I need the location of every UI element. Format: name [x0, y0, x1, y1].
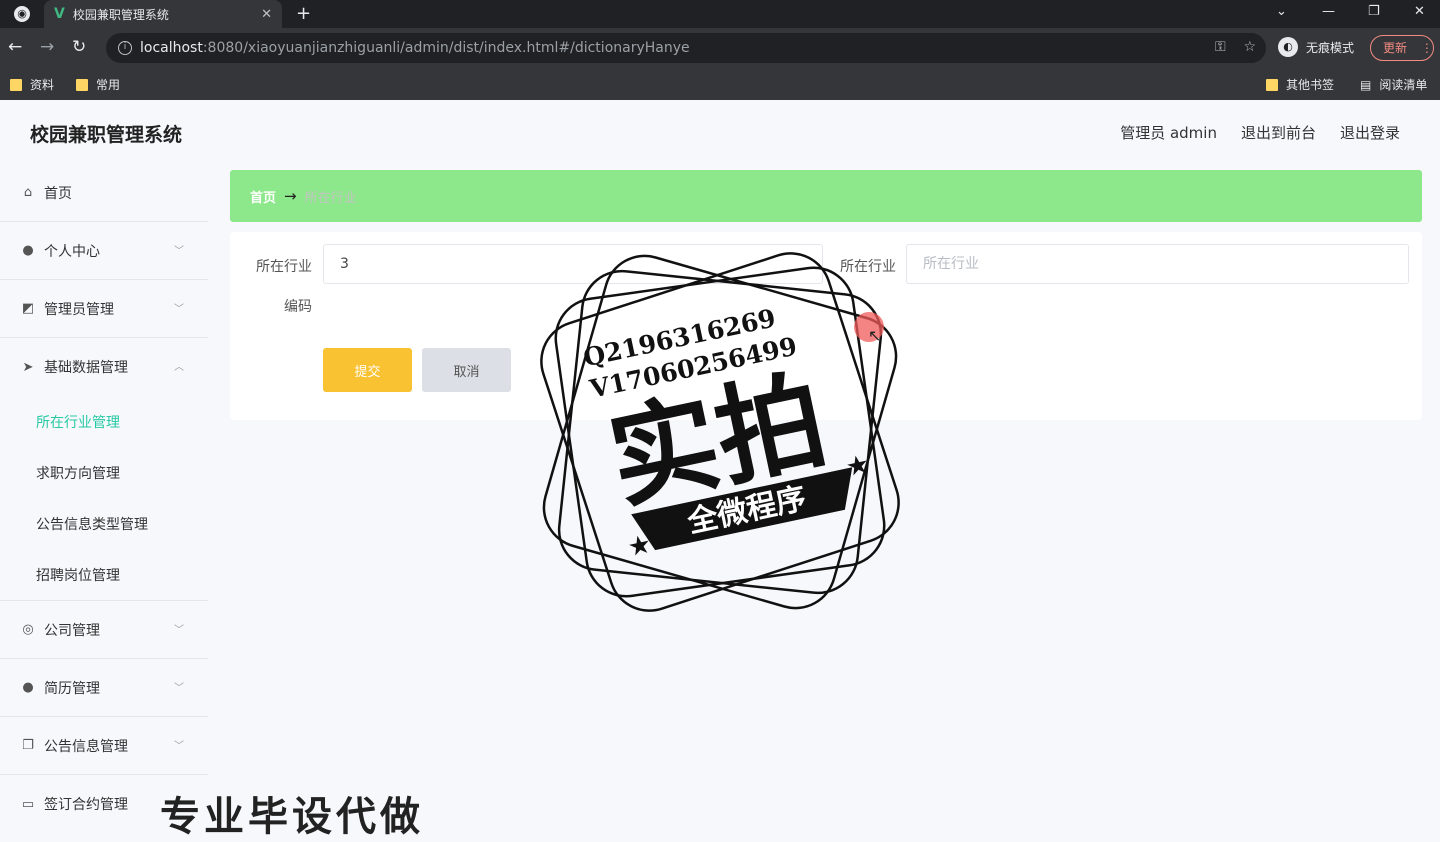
copy-icon: ❐	[22, 738, 34, 753]
submenu-item-industry[interactable]: 所在行业管理	[0, 396, 208, 447]
sidebar-item-personal-center[interactable]: ● 个人中心 ﹀	[0, 222, 208, 280]
bookmark-star-icon[interactable]: ☆	[1243, 39, 1256, 55]
admin-user-label: 管理员 admin	[1120, 124, 1217, 142]
home-icon: ⌂	[23, 185, 33, 200]
industry-code-label: 所在行业	[256, 259, 312, 275]
basic-data-submenu: 所在行业管理 求职方向管理 公告信息类型管理 招聘岗位管理	[0, 396, 208, 601]
bottom-watermark-banner: 专业毕设代做	[160, 794, 424, 840]
industry-code-input[interactable]	[323, 244, 823, 284]
new-tab-button[interactable]: +	[296, 3, 311, 24]
submenu-item-recruit-position[interactable]: 招聘岗位管理	[0, 549, 208, 600]
reading-list[interactable]: ▤ 阅读清单	[1360, 76, 1427, 93]
tab-title: 校园兼职管理系统	[72, 7, 169, 22]
omnibox-actions: ⚿ ☆	[1215, 39, 1256, 55]
chevron-up-icon: ︿	[174, 362, 184, 373]
tab-search-icon[interactable]: ⌄	[1276, 4, 1287, 19]
chevron-down-icon: ﹀	[174, 304, 184, 315]
back-icon[interactable]: ←	[8, 37, 22, 57]
url-path: :8080/xiaoyuanjianzhiguanli/admin/dist/i…	[202, 40, 690, 56]
folder-icon	[10, 78, 22, 91]
chart-icon: ◩	[21, 301, 35, 316]
vue-logo-icon: V	[54, 6, 65, 22]
arrow-right-icon: →	[284, 187, 297, 205]
sidebar-item-label: 首页	[44, 185, 72, 202]
watermark-ribbon: 全微程序	[684, 481, 810, 540]
submenu-item-notice-type[interactable]: 公告信息类型管理	[0, 498, 208, 549]
sidebar-item-company[interactable]: ◎ 公司管理 ﹀	[0, 601, 208, 659]
sidebar-item-notice[interactable]: ❐ 公告信息管理 ﹀	[0, 717, 208, 775]
bookmark-folder[interactable]: 常用	[76, 76, 120, 93]
sidebar-item-basic-data[interactable]: ➤ 基础数据管理 ︿	[0, 338, 208, 396]
update-label: 更新	[1383, 41, 1408, 55]
menu-kebab-icon: ⋮	[1420, 41, 1433, 55]
app-title: 校园兼职管理系统	[30, 124, 183, 146]
bookmarks-bar: 资料 常用 其他书签 ▤ 阅读清单	[0, 68, 1440, 100]
sidebar-item-label: 公司管理	[44, 622, 100, 639]
address-bar[interactable]: i localhost:8080/xiaoyuanjianzhiguanli/a…	[106, 33, 1266, 63]
mouse-cursor-icon: ↖	[868, 326, 882, 345]
card-icon: ▭	[21, 796, 35, 812]
star-icon: ★	[625, 529, 654, 563]
sidebar-item-label: 签订合约管理	[44, 797, 128, 813]
window-close-icon[interactable]: ✕	[1414, 4, 1425, 19]
industry-code-sublabel: 编码	[284, 299, 312, 315]
url-host: localhost	[140, 40, 203, 56]
compass-icon: ◎	[22, 622, 34, 637]
forward-icon[interactable]: →	[40, 37, 54, 57]
submenu-item-job-direction[interactable]: 求职方向管理	[0, 447, 208, 498]
chevron-down-icon: ﹀	[174, 741, 184, 752]
paper-plane-icon: ➤	[22, 359, 34, 375]
sidebar-item-label: 基础数据管理	[44, 360, 128, 376]
incognito-indicator[interactable]: ◐ 无痕模式	[1278, 37, 1354, 57]
folder-icon	[76, 78, 88, 91]
sidebar-item-admin-management[interactable]: ◩ 管理员管理 ﹀	[0, 280, 208, 338]
breadcrumb: 首页 → 所在行业	[230, 170, 1422, 222]
bookmark-label: 资料	[30, 78, 55, 92]
bookmark-label: 常用	[96, 78, 121, 92]
minimize-icon[interactable]: —	[1322, 4, 1335, 19]
bookmark-label: 其他书签	[1286, 78, 1335, 92]
star-icon: ★	[843, 449, 872, 483]
header-links: 管理员 admin 退出到前台 退出登录	[1120, 122, 1400, 143]
bookmark-label: 阅读清单	[1379, 78, 1428, 92]
sidebar-item-label: 管理员管理	[44, 301, 114, 318]
industry-name-input[interactable]	[906, 244, 1409, 284]
folder-icon	[1266, 78, 1278, 91]
key-icon[interactable]: ⚿	[1215, 39, 1226, 55]
chevron-down-icon: ﹀	[174, 683, 184, 694]
sidebar-item-home[interactable]: ⌂ 首页	[0, 164, 208, 222]
tab-close-icon[interactable]: ✕	[261, 7, 272, 22]
browser-tab-bar: ◉ V 校园兼职管理系统 ✕ + ⌄ — ❐ ✕	[0, 0, 1440, 28]
restore-icon[interactable]: ❐	[1368, 4, 1380, 19]
update-button[interactable]: 更新 ⋮	[1370, 35, 1434, 61]
submit-button[interactable]: 提交	[323, 348, 412, 392]
sidebar: ⌂ 首页 ● 个人中心 ﹀ ◩ 管理员管理 ﹀ ➤ 基础数据管理 ︿ 所在行业管…	[0, 164, 208, 820]
breadcrumb-home[interactable]: 首页	[250, 187, 276, 206]
browser-tab[interactable]: V 校园兼职管理系统 ✕	[44, 0, 282, 28]
form-card: 所在行业 编码 所在行业 提交 取消	[230, 232, 1422, 420]
industry-name-label: 所在行业	[840, 259, 896, 275]
cancel-button[interactable]: 取消	[422, 348, 511, 392]
other-bookmarks[interactable]: 其他书签	[1266, 76, 1334, 93]
person-icon: ●	[22, 680, 34, 695]
sidebar-item-label: 公告信息管理	[44, 738, 128, 755]
breadcrumb-current: 所在行业	[304, 190, 357, 206]
sidebar-item-label: 个人中心	[44, 243, 100, 260]
app-header: 校园兼职管理系统 管理员 admin 退出到前台 退出登录	[0, 100, 1440, 164]
site-info-icon[interactable]: i	[118, 41, 132, 55]
incognito-icon: ◐	[1278, 37, 1298, 57]
browser-toolbar: ← → ↻ i localhost:8080/xiaoyuanjianzhigu…	[0, 28, 1440, 68]
reload-icon[interactable]: ↻	[72, 37, 86, 57]
user-icon: ●	[22, 243, 34, 258]
chevron-down-icon: ﹀	[174, 625, 184, 636]
chevron-down-icon: ﹀	[174, 246, 184, 257]
reading-list-icon: ▤	[1360, 77, 1372, 92]
globe-icon[interactable]: ◉	[14, 6, 30, 22]
bookmark-folder[interactable]: 资料	[10, 76, 54, 93]
exit-to-front-link[interactable]: 退出到前台	[1241, 122, 1316, 143]
logout-link[interactable]: 退出登录	[1340, 122, 1400, 143]
sidebar-item-resume[interactable]: ● 简历管理 ﹀	[0, 659, 208, 717]
incognito-label: 无痕模式	[1306, 40, 1355, 55]
sidebar-item-label: 简历管理	[44, 680, 100, 697]
